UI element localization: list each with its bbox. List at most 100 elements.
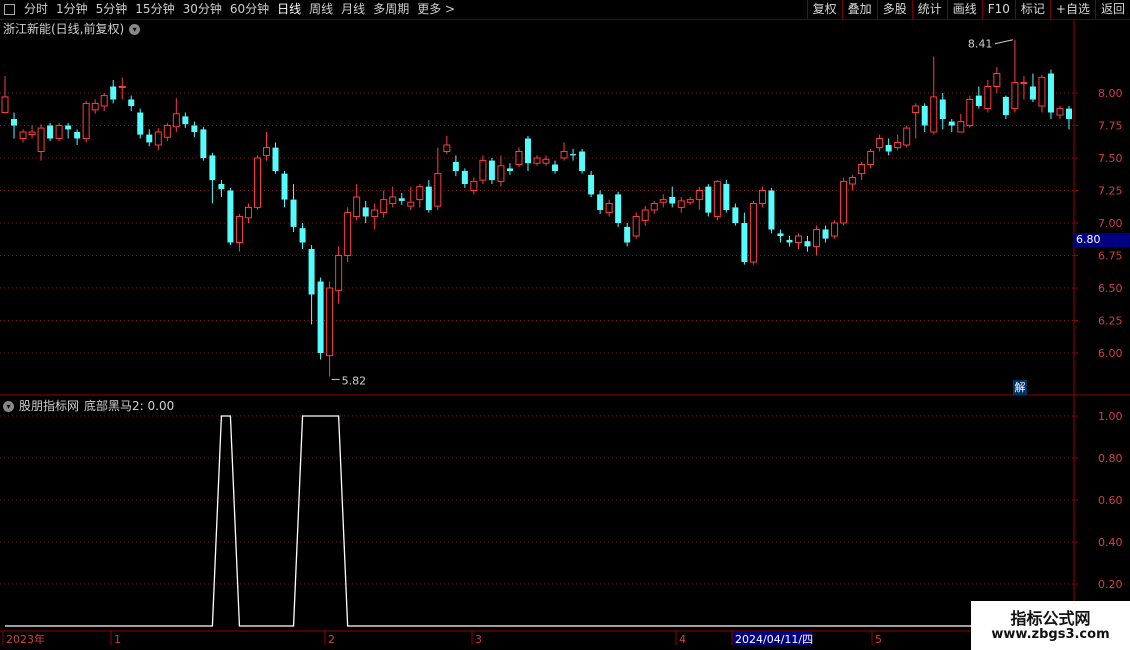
candle-body	[632, 216, 640, 237]
candle-body	[677, 200, 685, 208]
candle-body	[659, 199, 667, 203]
candle-body	[443, 144, 451, 152]
candle-body	[425, 186, 432, 210]
candle-body	[813, 229, 821, 247]
candle-body	[993, 73, 1001, 87]
candle-body	[840, 180, 848, 224]
candle-body	[163, 125, 171, 138]
candle-body	[723, 184, 730, 210]
candle-body	[326, 287, 334, 357]
candle-body	[47, 125, 54, 139]
candle-body	[615, 194, 622, 223]
candle-body	[200, 129, 207, 158]
candle-body	[497, 165, 505, 182]
candle-body	[172, 113, 180, 128]
candle-body	[741, 223, 748, 262]
candle-body	[831, 222, 839, 237]
candle-body	[650, 203, 658, 211]
indicator-series	[5, 415, 1106, 627]
price-tick-label: 7.00	[1098, 217, 1123, 230]
candle-body	[11, 119, 18, 126]
candle-body	[588, 174, 595, 195]
chevron-down-icon[interactable]: ▾	[129, 23, 141, 35]
candle-body	[948, 121, 955, 126]
candle-body	[804, 241, 811, 247]
candle-body	[371, 209, 379, 217]
kline-chart[interactable]: 8.41 5.82 8.00 7.75 7.50 7.25 7.00 6.75 6.50 6.2…	[0, 0, 1130, 650]
candle-body	[146, 134, 153, 143]
candle-body	[1047, 73, 1054, 113]
candle-body	[579, 151, 586, 171]
candle-body	[1038, 76, 1046, 107]
watermark-line2: www.zbgs3.com	[991, 627, 1110, 642]
candle-body	[290, 199, 297, 227]
grid-lines	[0, 92, 1074, 585]
candle-body	[786, 239, 793, 243]
candle-body	[19, 131, 27, 139]
stock-title[interactable]: 浙江新能(日线,前复权)	[3, 21, 124, 37]
price-tick-label: 6.75	[1098, 250, 1123, 263]
indicator-title-bar: ▾ 股朋指标网 底部黑马2: 0.00	[3, 398, 174, 414]
candle-body	[984, 86, 992, 110]
candle-body	[705, 186, 712, 213]
candle-body	[695, 190, 703, 201]
candle-body	[479, 160, 487, 181]
candle-body	[488, 160, 495, 181]
candle-body	[524, 138, 531, 164]
candle-body	[597, 194, 604, 210]
high-label: 8.41	[968, 38, 993, 51]
candle-body	[209, 155, 216, 181]
candle-body	[912, 105, 920, 113]
current-price-tag: 6.80	[1073, 233, 1130, 247]
candle-body	[777, 233, 784, 236]
indicator-line	[5, 415, 1106, 627]
price-tick-label: 6.25	[1098, 315, 1123, 328]
candle-body	[335, 255, 343, 292]
candle-body	[957, 121, 965, 133]
price-tick-label: 6.50	[1098, 282, 1123, 295]
indicator-tick-label: 0.80	[1098, 452, 1123, 465]
indicator-source[interactable]: 股朋指标网	[19, 398, 79, 414]
candle-body	[1029, 86, 1036, 100]
candle-body	[758, 190, 766, 204]
price-tick-label: 6.00	[1098, 347, 1123, 360]
candle-body	[732, 207, 739, 223]
candle-body	[100, 95, 108, 107]
candle-body	[858, 164, 866, 175]
candle-body	[434, 173, 442, 207]
main-chart-title: 浙江新能(日线,前复权) ▾	[3, 21, 141, 37]
candle-body	[461, 171, 468, 184]
watermark-line1: 指标公式网	[1010, 609, 1091, 628]
candle-body	[515, 151, 523, 165]
candle-body	[624, 226, 631, 243]
candle-body	[244, 206, 252, 219]
candle-body	[1020, 82, 1028, 85]
candle-body	[975, 95, 982, 106]
candle-body	[768, 190, 775, 230]
candle-body	[921, 106, 928, 126]
candle-body	[407, 201, 415, 207]
candle-body	[137, 112, 144, 135]
candle-body	[605, 203, 613, 214]
candle-body	[1002, 96, 1009, 116]
candle-body	[416, 186, 424, 201]
x-axis: 2023年 1 2 3 4 2024/04/11/四 5	[2, 631, 882, 646]
axes: 8.00 7.75 7.50 7.25 7.00 6.75 6.50 6.25 6.00 1.00…	[0, 20, 1130, 632]
candle-body	[822, 229, 829, 239]
candle-body	[317, 281, 324, 353]
x-axis-label: 2	[328, 633, 335, 646]
candle-body	[1, 96, 9, 114]
candle-body	[398, 198, 405, 201]
candle-body	[389, 196, 397, 204]
x-axis-label: 1	[114, 633, 121, 646]
candle-body	[154, 131, 162, 146]
candle-body	[533, 157, 541, 164]
indicator-tick-label: 1.00	[1098, 410, 1123, 423]
x-axis-label: 2024/04/11/四	[735, 633, 813, 646]
candle-body	[867, 151, 875, 165]
unlock-badge[interactable]: 解	[1013, 380, 1027, 395]
chevron-down-icon[interactable]: ▾	[3, 400, 14, 412]
candle-body	[1011, 82, 1019, 110]
candle-body	[182, 116, 189, 125]
candle-body	[542, 158, 550, 164]
